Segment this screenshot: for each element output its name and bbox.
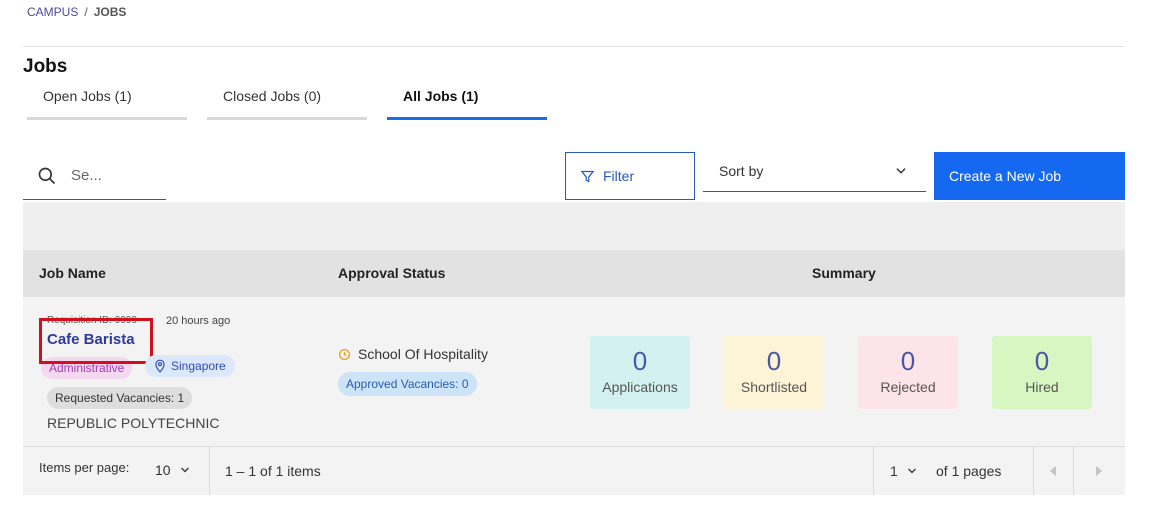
category-chip: Administrative <box>41 357 133 379</box>
page-size-value: 10 <box>155 462 171 478</box>
location-label: Singapore <box>171 359 226 373</box>
organization-name: REPUBLIC POLYTECHNIC <box>47 415 220 431</box>
hired-count: 0 <box>1034 346 1050 376</box>
filter-button[interactable]: Filter <box>565 152 695 200</box>
header-approval-status: Approval Status <box>338 265 446 281</box>
tab-all-jobs[interactable]: All Jobs (1) <box>387 82 547 120</box>
location-pin-icon <box>155 359 165 373</box>
job-tabs: Open Jobs (1) Closed Jobs (0) All Jobs (… <box>27 82 567 120</box>
tab-open-jobs[interactable]: Open Jobs (1) <box>27 82 187 120</box>
filter-label: Filter <box>603 168 635 184</box>
tab-closed-jobs[interactable]: Closed Jobs (0) <box>207 82 367 120</box>
requested-vacancies-chip: Requested Vacancies: 1 <box>47 387 193 409</box>
chevron-down-icon <box>907 468 916 474</box>
summary-hired[interactable]: 0 Hired <box>992 336 1092 409</box>
header-summary: Summary <box>812 265 876 281</box>
page-select[interactable]: 1 <box>890 463 918 479</box>
location-chip: Singapore <box>145 355 235 377</box>
breadcrumb-current: JOBS <box>93 5 127 19</box>
paginator: Items per page: 10 1 – 1 of 1 items 1 of… <box>23 447 1125 495</box>
breadcrumb-separator: / <box>84 5 88 19</box>
items-per-page-label: Items per page: <box>39 460 130 475</box>
table-header: Job Name Approval Status Summary <box>23 250 1125 297</box>
search-input[interactable] <box>71 167 161 184</box>
chevron-down-icon <box>896 167 906 174</box>
applications-count: 0 <box>632 346 648 376</box>
rejected-label: Rejected <box>880 379 936 395</box>
search-box <box>23 152 166 200</box>
job-name-link[interactable]: Cafe Barista <box>47 331 139 348</box>
sort-select[interactable]: Sort by <box>703 152 926 192</box>
summary-rejected[interactable]: 0 Rejected <box>858 336 958 409</box>
divider <box>23 46 1125 47</box>
of-pages-label: of 1 pages <box>936 463 1002 479</box>
rejected-count: 0 <box>900 346 916 376</box>
approval-status: School Of Hospitality <box>338 346 488 362</box>
applications-label: Applications <box>602 379 678 395</box>
table-row: Requisition ID: 9999 20 hours ago Admini… <box>23 297 1125 447</box>
approval-school: School Of Hospitality <box>358 346 488 362</box>
filter-icon <box>580 170 595 183</box>
breadcrumb-campus-link[interactable]: CAMPUS <box>27 5 78 19</box>
requisition-id: Requisition ID: 9999 <box>47 315 138 326</box>
header-job-name: Job Name <box>39 265 106 281</box>
divider <box>873 447 874 495</box>
shortlisted-label: Shortlisted <box>740 379 808 395</box>
time-ago: 20 hours ago <box>166 315 231 327</box>
page-title: Jobs <box>23 56 68 77</box>
chevron-right-icon <box>1096 466 1102 476</box>
chevron-left-icon <box>1050 466 1056 476</box>
summary-applications[interactable]: 0 Applications <box>590 336 690 409</box>
shortlisted-count: 0 <box>766 346 782 376</box>
chevron-down-icon <box>180 467 189 473</box>
sort-label: Sort by <box>719 162 764 179</box>
summary-shortlisted[interactable]: 0 Shortlisted <box>724 336 824 409</box>
approved-vacancies-chip: Approved Vacancies: 0 <box>338 372 477 396</box>
create-job-button[interactable]: Create a New Job <box>934 152 1125 200</box>
page-size-select[interactable]: 10 <box>155 462 191 478</box>
breadcrumb: CAMPUS / JOBS <box>27 5 126 19</box>
table-top-band <box>23 202 1125 250</box>
clock-icon <box>338 348 351 360</box>
range-label: 1 – 1 of 1 items <box>225 463 321 479</box>
previous-page-button[interactable] <box>1033 447 1073 495</box>
hired-label: Hired <box>1025 379 1059 395</box>
search-icon <box>38 167 56 184</box>
current-page: 1 <box>890 463 898 479</box>
next-page-button[interactable] <box>1073 447 1125 495</box>
divider <box>209 447 210 495</box>
